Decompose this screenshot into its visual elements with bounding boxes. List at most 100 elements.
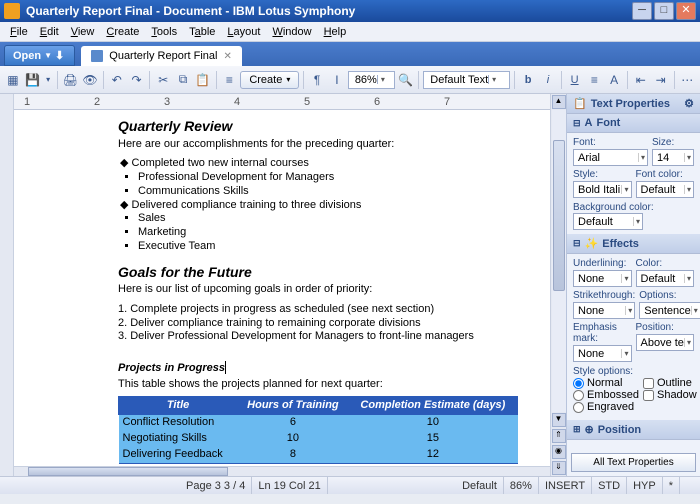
list-item: 2. Deliver compliance training to remain… — [118, 317, 518, 331]
menu-file[interactable]: File — [4, 24, 34, 40]
col-header: Completion Estimate (days) — [348, 396, 517, 415]
page-up-icon[interactable]: ⇑ — [552, 429, 566, 443]
status-page: Page 3 3 / 4 — [180, 477, 252, 494]
emphasis-select[interactable]: None▾ — [573, 345, 632, 362]
status-bar: Page 3 3 / 4 Ln 19 Col 21 Default 86% IN… — [0, 476, 700, 494]
chevron-down-icon: ▾ — [377, 75, 388, 84]
emphasis-pos-select[interactable]: Above te▾ — [636, 334, 695, 351]
nonprinting-icon[interactable]: ¶ — [308, 70, 326, 90]
style-combo[interactable]: Default Text▾ — [423, 71, 510, 89]
status-insert[interactable]: INSERT — [539, 477, 592, 494]
zoom-combo[interactable]: 86%▾ — [348, 71, 395, 89]
heading: Quarterly Review — [118, 118, 518, 136]
underline-select[interactable]: None▾ — [573, 270, 632, 287]
new-icon[interactable]: ▦ — [4, 70, 22, 90]
bold-icon[interactable]: b — [519, 70, 537, 90]
cursor-icon[interactable]: I — [328, 70, 346, 90]
ruler[interactable]: 1234567 — [14, 94, 550, 110]
properties-panel: 📋 Text Properties⚙ ⊟ A Font Font:Arial▾ … — [566, 94, 700, 476]
list-item: ◆ Delivered compliance training to three… — [120, 199, 518, 254]
status-cursor: Ln 19 Col 21 — [252, 477, 327, 494]
vertical-scrollbar[interactable]: ▲ ▼ ⇑ ◉ ⇓ — [550, 94, 566, 476]
body-text: Here is our list of upcoming goals in or… — [118, 283, 518, 297]
redo-icon[interactable]: ↷ — [128, 70, 146, 90]
menubar: File Edit View Create Tools Table Layout… — [0, 22, 700, 42]
maximize-button[interactable]: □ — [654, 2, 674, 20]
more-icon[interactable]: ⋯ — [678, 70, 696, 90]
chevron-down-icon: ▾ — [488, 75, 499, 84]
scrollbar-thumb[interactable] — [553, 140, 565, 291]
page-canvas[interactable]: Quarterly Review Here are our accomplish… — [14, 110, 550, 466]
open-button[interactable]: Open▼⬇ — [4, 45, 75, 66]
menu-help[interactable]: Help — [318, 24, 353, 40]
panel-menu-icon[interactable]: ⚙ — [684, 97, 694, 110]
menu-edit[interactable]: Edit — [34, 24, 65, 40]
menu-view[interactable]: View — [65, 24, 101, 40]
window-title: Quarterly Report Final - Document - IBM … — [26, 4, 630, 18]
body-text: Here are our accomplishments for the pre… — [118, 138, 518, 152]
font-select[interactable]: Arial▾ — [573, 149, 648, 166]
list-icon[interactable]: ≡ — [221, 70, 239, 90]
status-std: STD — [592, 477, 627, 494]
section-effects[interactable]: ⊟ ✨ Effects — [567, 234, 700, 254]
close-tab-icon[interactable]: ✕ — [223, 51, 231, 62]
strike-select[interactable]: None▾ — [573, 302, 635, 319]
font-color-select[interactable]: Default▾ — [636, 181, 695, 198]
opt-normal[interactable] — [573, 378, 584, 389]
undo-icon[interactable]: ↶ — [108, 70, 126, 90]
font-color-icon[interactable]: A — [605, 70, 623, 90]
save-icon[interactable]: 💾 — [24, 70, 42, 90]
align-left-icon[interactable]: ≡ — [586, 70, 604, 90]
create-button[interactable]: Create▾ — [240, 71, 299, 89]
indent-icon[interactable]: ⇥ — [652, 70, 670, 90]
opt-shadow[interactable] — [643, 390, 654, 401]
size-select[interactable]: 14▾ — [652, 149, 694, 166]
opt-engraved[interactable] — [573, 402, 584, 413]
underline-icon[interactable]: U — [566, 70, 584, 90]
scroll-up-icon[interactable]: ▲ — [552, 95, 566, 109]
ul-color-select[interactable]: Default▾ — [636, 270, 695, 287]
menu-layout[interactable]: Layout — [221, 24, 266, 40]
close-button[interactable]: ✕ — [676, 2, 696, 20]
section-position[interactable]: ⊞ ⊕ Position — [567, 420, 700, 440]
document-tab[interactable]: Quarterly Report Final ✕ — [81, 46, 242, 66]
save-dropdown-icon[interactable]: ▾ — [44, 70, 53, 90]
tab-row: Open▼⬇ Quarterly Report Final ✕ — [0, 42, 700, 66]
panel-title[interactable]: 📋 Text Properties⚙ — [567, 94, 700, 114]
table-row: Delivering Feedback812 — [119, 447, 518, 463]
opt-outline[interactable] — [643, 378, 654, 389]
preview-icon[interactable]: 👁 — [81, 70, 99, 90]
copy-icon[interactable]: ⧉ — [174, 70, 192, 90]
heading: Projects in Progress — [118, 358, 518, 376]
bg-color-select[interactable]: Default▾ — [573, 213, 643, 230]
menu-tools[interactable]: Tools — [145, 24, 183, 40]
table-row: Conflict Resolution610 — [119, 415, 518, 431]
menu-create[interactable]: Create — [100, 24, 145, 40]
opt-embossed[interactable] — [573, 390, 584, 401]
section-font[interactable]: ⊟ A Font — [567, 114, 700, 133]
nav-icon[interactable]: ◉ — [552, 445, 566, 459]
download-icon: ⬇ — [55, 49, 64, 62]
all-text-properties-button[interactable]: All Text Properties — [571, 453, 696, 472]
titlebar: Quarterly Report Final - Document - IBM … — [0, 0, 700, 22]
horizontal-scrollbar[interactable] — [14, 466, 550, 476]
menu-window[interactable]: Window — [266, 24, 317, 40]
body-text: This table shows the projects planned fo… — [118, 378, 518, 392]
outdent-icon[interactable]: ⇤ — [632, 70, 650, 90]
page-down-icon[interactable]: ⇓ — [552, 461, 566, 475]
style-select[interactable]: Bold Itali▾ — [573, 181, 632, 198]
minimize-button[interactable]: ─ — [632, 2, 652, 20]
strike-opt-select[interactable]: Sentence▾ — [639, 302, 700, 319]
scroll-down-icon[interactable]: ▼ — [552, 413, 566, 427]
list-item: 1. Complete projects in progress as sche… — [118, 303, 518, 317]
document-area: 1234567 Quarterly Review Here are our ac… — [14, 94, 550, 476]
paste-icon[interactable]: 📋 — [194, 70, 212, 90]
status-zoom[interactable]: 86% — [504, 477, 539, 494]
cut-icon[interactable]: ✂ — [154, 70, 172, 90]
scrollbar-thumb[interactable] — [28, 467, 228, 476]
zoom-button[interactable]: 🔍 — [397, 70, 415, 90]
italic-icon[interactable]: i — [539, 70, 557, 90]
print-icon[interactable]: 🖨 — [61, 70, 79, 90]
menu-table[interactable]: Table — [183, 24, 221, 40]
table-row: Negotiating Skills1015 — [119, 431, 518, 447]
